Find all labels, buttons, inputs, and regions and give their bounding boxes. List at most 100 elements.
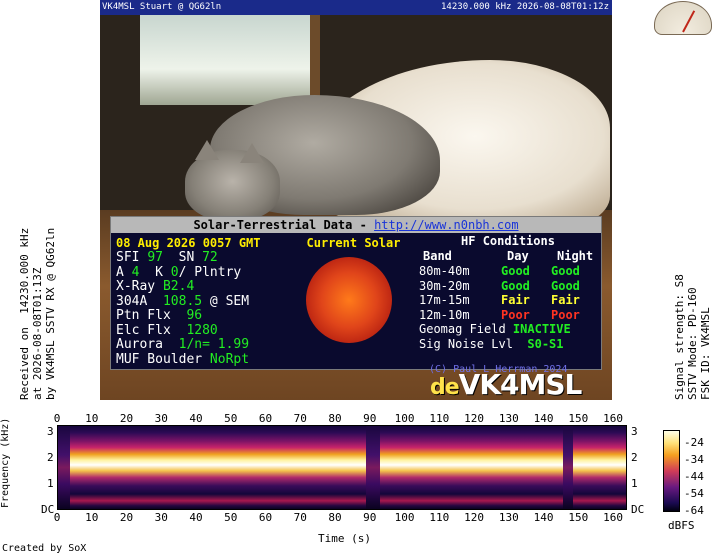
- stat-row: MUF Boulder NoRpt: [116, 351, 250, 367]
- x-tick: 60: [258, 511, 273, 524]
- right-caption: Signal strength: S8 SSTV Mode: PD-160 FS…: [660, 274, 712, 400]
- stat-row: Aurora 1/n= 1.99: [116, 337, 250, 352]
- colorbar-label: dBFS: [668, 519, 695, 532]
- stat-row: SFI 97 SN 72: [116, 250, 218, 265]
- hf-row: 12m-10m Poor Poor: [419, 307, 580, 322]
- spectrogram: [57, 425, 627, 510]
- solar-stats: SFI 97 SN 72 A 4 K 0/ Plntry X-Ray B2.4 …: [116, 250, 250, 367]
- photo-window: [140, 15, 310, 105]
- x-tick: 100: [394, 511, 415, 524]
- spectrogram-band: [58, 426, 70, 509]
- hf-header-band: Band: [423, 249, 452, 263]
- x-tick: 0: [53, 412, 61, 425]
- x-tick: 90: [363, 511, 377, 524]
- panel-date: 08 Aug 2026 0057 GMT: [116, 236, 261, 250]
- x-tick: 30: [154, 412, 168, 425]
- colorbar-tick: -24: [684, 436, 704, 449]
- sstv-image: VK4MSL Stuart @ QG62ln 14230.000 kHz 202…: [100, 0, 612, 400]
- colorbar-tick: -64: [684, 504, 704, 517]
- x-tick: 20: [119, 412, 134, 425]
- hf-row: 30m-20m Good Good: [419, 278, 580, 293]
- left-caption-line: at 2026-08-08T01:13Z: [31, 267, 44, 400]
- header-right: 14230.000 kHz 2026-08-08T01:12z: [441, 2, 609, 12]
- x-tick: 120: [464, 511, 484, 524]
- y-tick-right: 1: [631, 477, 638, 490]
- colorbar-tick: -54: [684, 487, 704, 500]
- left-caption-line: Received on 14230.000 kHz: [18, 227, 31, 400]
- hf-row: 80m-40m Good Good: [419, 264, 580, 278]
- colorbar-tick: -34: [684, 453, 704, 466]
- x-tick: 10: [85, 412, 99, 425]
- hf-header-day: Day: [507, 249, 529, 263]
- right-caption-line: SSTV Mode: PD-160: [686, 287, 699, 400]
- hf-header-night: Night: [557, 249, 594, 263]
- x-tick: 140: [533, 511, 554, 524]
- x-tick: 150: [568, 511, 589, 524]
- stat-row: X-Ray B2.4: [116, 279, 195, 294]
- left-caption-line: by VK4MSL SSTV RX @ QG62ln: [44, 227, 57, 400]
- x-tick: 160: [603, 511, 623, 524]
- x-tick: 30: [154, 511, 168, 524]
- left-caption: Received on 14230.000 kHz at 2026-08-08T…: [5, 228, 57, 400]
- x-tick: 70: [293, 511, 307, 524]
- panel-url: http://www.n0nbh.com: [374, 218, 519, 232]
- y-tick: 3: [47, 425, 54, 438]
- stat-row: A 4 K 0/ Plntry: [116, 264, 242, 280]
- stat-row: 304A 108.5 @ SEM: [116, 293, 250, 309]
- x-tick: 80: [328, 412, 342, 425]
- solar-panel: Solar-Terrestrial Data - http://www.n0nb…: [110, 216, 602, 375]
- panel-title: Solar-Terrestrial Data - http://www.n0nb…: [111, 217, 601, 233]
- x-tick: 10: [85, 511, 99, 524]
- x-tick: 110: [429, 511, 450, 524]
- x-tick: 110: [429, 412, 450, 425]
- x-tick: 150: [568, 412, 589, 425]
- footer-credit: Created by SoX: [2, 543, 87, 554]
- hf-rows: 80m-40m Good Good 30m-20m Good Good 17m-15m F…: [419, 264, 580, 351]
- x-tick: 40: [189, 511, 203, 524]
- cat-ear: [240, 143, 264, 163]
- sstv-header: VK4MSL Stuart @ QG62ln 14230.000 kHz 202…: [100, 0, 612, 15]
- x-tick: 60: [258, 412, 273, 425]
- hf-title: HF Conditions: [461, 234, 555, 248]
- header-left: VK4MSL Stuart @ QG62ln: [102, 2, 222, 12]
- x-tick: 140: [533, 412, 554, 425]
- x-tick: 130: [498, 511, 519, 524]
- y-tick-right: 2: [631, 451, 638, 464]
- right-caption-line: FSK ID: VK4MSL: [699, 307, 712, 400]
- photo-cat-head: [185, 150, 280, 220]
- y-tick-right: DC: [631, 503, 645, 516]
- spectrogram-xlabel: Time (s): [318, 532, 371, 545]
- x-tick: 0: [53, 511, 61, 524]
- x-tick: 50: [224, 511, 238, 524]
- sun-image: [306, 257, 392, 343]
- right-caption-line: Signal strength: S8: [673, 274, 686, 400]
- x-tick: 50: [224, 412, 238, 425]
- spectrogram-band: [563, 426, 573, 509]
- hf-conditions: HF Conditions Band Day Night 80m-40m Good…: [419, 234, 597, 375]
- x-tick: 100: [394, 412, 415, 425]
- x-tick: 80: [328, 511, 342, 524]
- x-tick: 70: [293, 412, 307, 425]
- x-tick: 120: [464, 412, 484, 425]
- y-tick-right: 3: [631, 425, 638, 438]
- y-tick: DC: [41, 503, 55, 516]
- x-tick: 40: [189, 412, 203, 425]
- spectrogram-ylabel: Frequency (kHz): [0, 417, 11, 508]
- x-tick: 160: [603, 412, 623, 425]
- y-tick: 2: [47, 451, 54, 464]
- x-tick: 20: [119, 511, 134, 524]
- x-tick: 90: [363, 412, 377, 425]
- spectrogram-band: [366, 426, 380, 509]
- callsign-overlay: deVK4MSL: [430, 368, 582, 400]
- colorbar: [663, 430, 680, 512]
- stat-row: Ptn Flx 96: [116, 308, 203, 323]
- geomag-row: Geomag Field INACTIVE: [419, 322, 571, 336]
- y-tick: 1: [47, 477, 54, 490]
- noise-row: Sig Noise Lvl S0-S1: [419, 336, 564, 351]
- stat-row: Elc Flx 1280: [116, 322, 218, 338]
- cat-ear: [195, 140, 219, 160]
- x-tick: 130: [498, 412, 519, 425]
- panel-title-text: Solar-Terrestrial Data -: [193, 218, 375, 232]
- colorbar-tick: -44: [684, 470, 704, 483]
- current-solar-title: Current Solar: [306, 236, 401, 250]
